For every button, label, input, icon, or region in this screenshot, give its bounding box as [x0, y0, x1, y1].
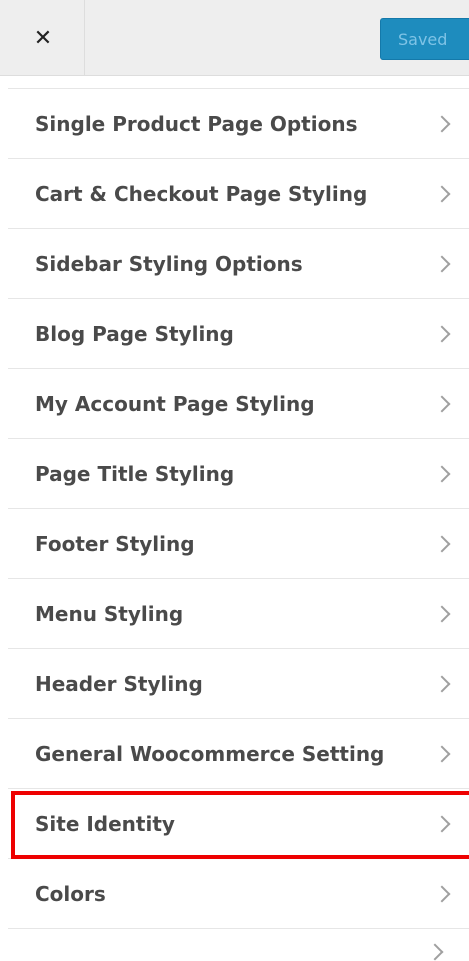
customizer-header: ✕ Saved [0, 0, 469, 76]
chevron-right-icon [426, 943, 444, 961]
panel-site-identity[interactable]: Site Identity [8, 789, 469, 859]
panel-label: Blog Page Styling [35, 321, 234, 346]
close-button[interactable]: ✕ [8, 0, 85, 76]
chevron-right-icon [433, 325, 451, 342]
panel-footer-styling[interactable]: Footer Styling [8, 509, 469, 579]
panel-label: Header Styling [35, 671, 203, 696]
chevron-right-icon [433, 115, 451, 132]
customizer-panel-list: Single Product Page Options Cart & Check… [8, 88, 469, 929]
panel-blog-page-styling[interactable]: Blog Page Styling [8, 299, 469, 369]
chevron-right-icon [433, 745, 451, 762]
panel-label: My Account Page Styling [35, 391, 315, 416]
panel-label: General Woocommerce Setting [35, 741, 385, 766]
panel-label: Page Title Styling [35, 461, 235, 486]
close-icon: ✕ [33, 25, 53, 51]
panel-cart-checkout-page-styling[interactable]: Cart & Checkout Page Styling [8, 159, 469, 229]
chevron-right-icon [433, 815, 451, 832]
panel-menu-styling[interactable]: Menu Styling [8, 579, 469, 649]
chevron-right-icon [433, 255, 451, 272]
panel-single-product-page-options[interactable]: Single Product Page Options [8, 89, 469, 159]
chevron-right-icon [433, 465, 451, 482]
panel-page-title-styling[interactable]: Page Title Styling [8, 439, 469, 509]
chevron-right-icon [433, 535, 451, 552]
panel-label: Colors [35, 881, 106, 906]
chevron-right-icon [433, 605, 451, 622]
chevron-right-icon [433, 675, 451, 692]
saved-button[interactable]: Saved [380, 18, 469, 60]
panel-label: Single Product Page Options [35, 111, 358, 136]
panel-general-woocommerce-setting[interactable]: General Woocommerce Setting [8, 719, 469, 789]
panel-label: Site Identity [35, 811, 175, 836]
panel-label: Cart & Checkout Page Styling [35, 181, 368, 206]
panel-header-styling[interactable]: Header Styling [8, 649, 469, 719]
chevron-right-icon [433, 885, 451, 902]
panel-my-account-page-styling[interactable]: My Account Page Styling [8, 369, 469, 439]
chevron-right-icon [433, 395, 451, 412]
panel-label: Menu Styling [35, 601, 184, 626]
panel-sidebar-styling-options[interactable]: Sidebar Styling Options [8, 229, 469, 299]
panel-label: Footer Styling [35, 531, 195, 556]
chevron-right-icon [433, 185, 451, 202]
panel-colors[interactable]: Colors [8, 859, 469, 929]
panel-label: Sidebar Styling Options [35, 251, 303, 276]
